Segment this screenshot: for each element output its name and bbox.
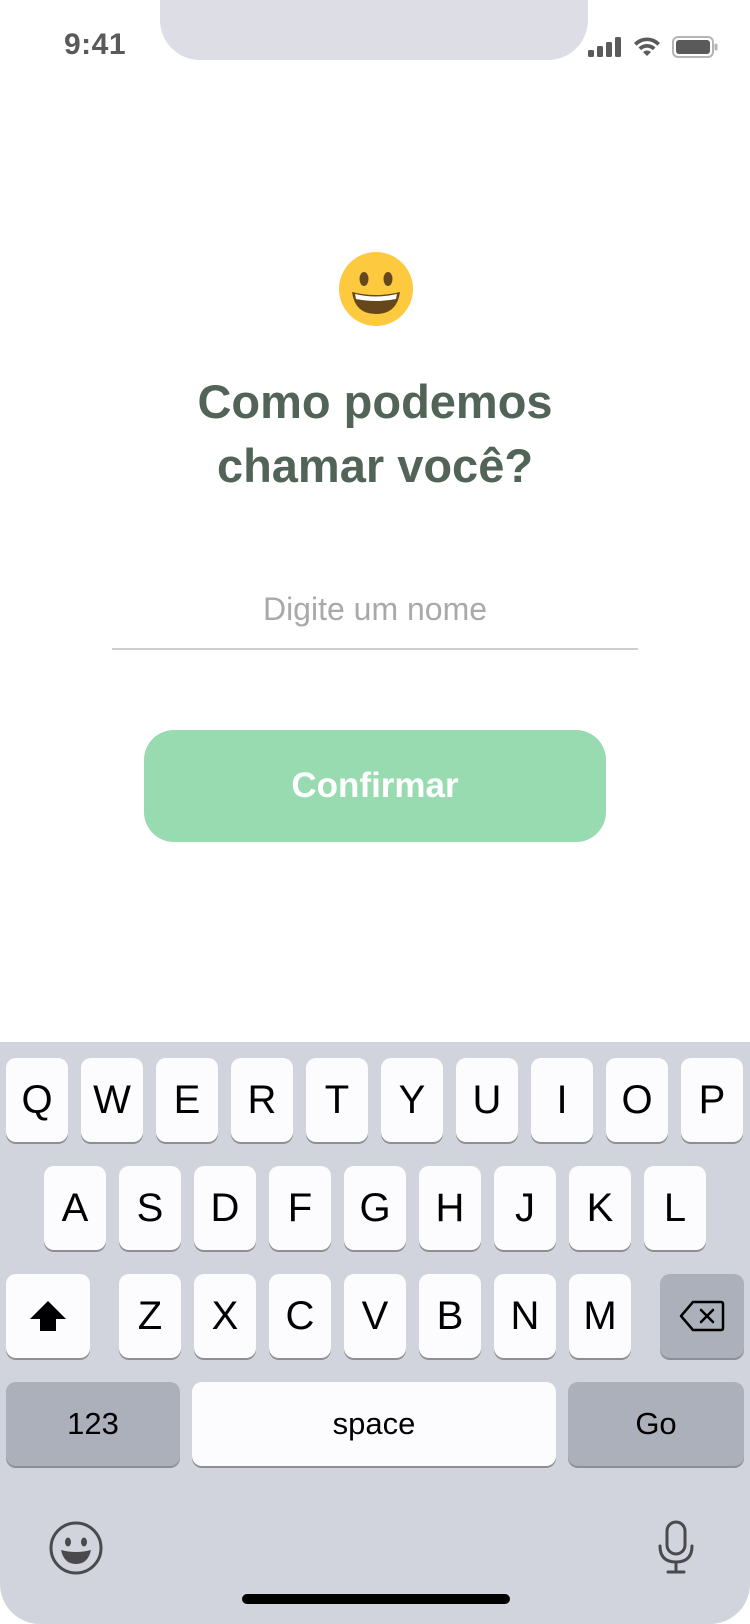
key-g[interactable]: G (344, 1166, 406, 1250)
key-y[interactable]: Y (381, 1058, 443, 1142)
key-d[interactable]: D (194, 1166, 256, 1250)
key-z[interactable]: Z (119, 1274, 181, 1358)
shift-icon (30, 1301, 66, 1331)
key-s[interactable]: S (119, 1166, 181, 1250)
grinning-face-icon (339, 252, 413, 326)
key-b[interactable]: B (419, 1274, 481, 1358)
microphone-icon[interactable] (656, 1520, 696, 1576)
key-w[interactable]: W (81, 1058, 143, 1142)
key-q[interactable]: Q (6, 1058, 68, 1142)
confirm-button[interactable]: Confirmar (144, 730, 606, 842)
name-input[interactable] (112, 570, 638, 650)
key-c[interactable]: C (269, 1274, 331, 1358)
screen: 9:41 Como podemos chamar você? Digite um… (0, 0, 750, 1624)
backspace-icon (679, 1300, 725, 1332)
key-l[interactable]: L (644, 1166, 706, 1250)
numbers-key[interactable]: 123 (6, 1382, 180, 1466)
key-k[interactable]: K (569, 1166, 631, 1250)
delete-key[interactable] (660, 1274, 744, 1358)
key-v[interactable]: V (344, 1274, 406, 1358)
space-key[interactable]: space (192, 1382, 556, 1466)
key-r[interactable]: R (231, 1058, 293, 1142)
home-indicator (242, 1594, 510, 1604)
shift-key[interactable] (6, 1274, 90, 1358)
key-m[interactable]: M (569, 1274, 631, 1358)
wifi-icon (634, 37, 660, 56)
key-t[interactable]: T (306, 1058, 368, 1142)
status-icons (588, 36, 718, 58)
device-notch (160, 0, 588, 60)
key-f[interactable]: F (269, 1166, 331, 1250)
emoji-keyboard-icon[interactable] (48, 1520, 104, 1576)
cellular-signal-icon (588, 37, 621, 57)
key-u[interactable]: U (456, 1058, 518, 1142)
key-n[interactable]: N (494, 1274, 556, 1358)
key-x[interactable]: X (194, 1274, 256, 1358)
page-title-line-2: chamar você? (216, 439, 534, 492)
go-key[interactable]: Go (568, 1382, 744, 1466)
key-p[interactable]: P (681, 1058, 743, 1142)
page-title: Como podemos chamar você? (0, 370, 750, 498)
key-i[interactable]: I (531, 1058, 593, 1142)
key-j[interactable]: J (494, 1166, 556, 1250)
key-o[interactable]: O (606, 1058, 668, 1142)
status-time: 9:41 (64, 28, 127, 61)
key-e[interactable]: E (156, 1058, 218, 1142)
key-a[interactable]: A (44, 1166, 106, 1250)
page-title-line-1: Como podemos (197, 375, 553, 428)
battery-icon (672, 36, 718, 58)
key-h[interactable]: H (419, 1166, 481, 1250)
